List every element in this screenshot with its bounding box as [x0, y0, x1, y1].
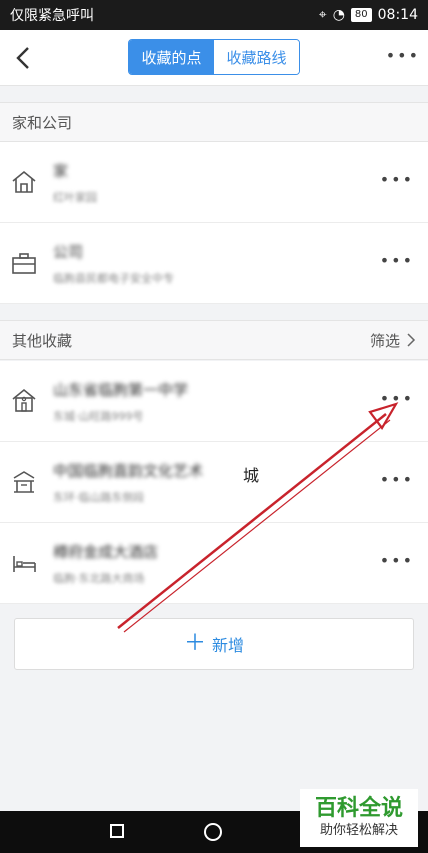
item-title: 山东省临朐第一中学 [53, 380, 189, 399]
section-title-home-company: 家和公司 [12, 113, 73, 132]
section-title-other: 其他收藏 [12, 331, 73, 350]
plus-icon: ＋ [183, 631, 206, 656]
home-company-list: 家 红叶家园 ••• 公司 临朐县民都电子安全中专 ••• [0, 142, 428, 304]
item-subtitle: 红叶家园 [53, 190, 97, 204]
home-icon [12, 170, 36, 193]
item-more-icon[interactable]: ••• [380, 389, 414, 408]
item-title: 中国临朐直韵文化艺术 [53, 461, 204, 480]
tab-saved-points[interactable]: 收藏的点 [129, 40, 214, 74]
other-favorites-list: 山东省临朐第一中学 东城·山旺路999号 ••• 中国临朐直韵文化艺术 东环·临… [0, 361, 428, 604]
wifi-icon: ◔ [332, 7, 345, 23]
filter-button[interactable]: 筛选 [370, 330, 416, 351]
item-subtitle: 临朐·东北路大商场 [53, 571, 145, 585]
home-button-icon[interactable] [204, 823, 222, 841]
recent-apps-icon[interactable] [110, 824, 124, 838]
filter-label: 筛选 [369, 331, 400, 350]
item-more-icon[interactable]: ••• [380, 470, 414, 489]
header-more-icon[interactable]: ••• [386, 46, 420, 65]
status-bar: 仅限紧急呼叫 ⌖ ◔ 80 08:14 [0, 0, 428, 30]
item-more-icon[interactable]: ••• [380, 551, 414, 570]
watermark-logo: 百科全说 助你轻松解决 [300, 789, 418, 847]
list-item[interactable]: 山东省临朐第一中学 东城·山旺路999号 ••• [0, 361, 428, 442]
top-header: 收藏的点 收藏路线 ••• [0, 30, 428, 86]
school-icon [12, 388, 36, 412]
list-item[interactable]: 家 红叶家园 ••• [0, 142, 428, 223]
list-item[interactable]: 樽府金成大酒店 临朐·东北路大商场 ••• [0, 523, 428, 604]
item-more-icon[interactable]: ••• [380, 170, 414, 189]
add-button-label: 新增 [212, 636, 245, 655]
location-icon: ⌖ [318, 7, 327, 23]
section-other-favorites: 其他收藏 筛选 [0, 320, 428, 360]
item-more-icon[interactable]: ••• [380, 251, 414, 270]
tab-saved-routes[interactable]: 收藏路线 [214, 40, 299, 74]
item-title-suffix: 城 [243, 466, 260, 485]
item-subtitle: 东环·临山路东侧段 [53, 490, 145, 504]
section-home-company: 家和公司 [0, 102, 428, 142]
list-item[interactable]: 公司 临朐县民都电子安全中专 ••• [0, 223, 428, 304]
chevron-right-icon [407, 333, 416, 347]
item-title: 樽府金成大酒店 [53, 542, 159, 561]
item-subtitle: 临朐县民都电子安全中专 [53, 271, 174, 285]
item-subtitle: 东城·山旺路999号 [53, 409, 144, 423]
building-icon [13, 471, 35, 493]
segmented-tabs: 收藏的点 收藏路线 [128, 39, 300, 75]
add-favorite-button[interactable]: ＋ 新增 [14, 618, 414, 670]
list-item[interactable]: 中国临朐直韵文化艺术 东环·临山路东侧段 城 ••• [0, 442, 428, 523]
status-icons: ⌖ ◔ 80 08:14 [319, 7, 418, 23]
battery-icon: 80 [350, 8, 372, 22]
watermark-subtitle: 助你轻松解决 [319, 823, 398, 838]
briefcase-icon [12, 253, 36, 274]
item-title: 家 [53, 161, 69, 180]
item-title: 公司 [53, 242, 84, 261]
bed-icon [13, 556, 36, 572]
clock: 08:14 [377, 7, 418, 23]
back-icon[interactable] [12, 44, 36, 72]
watermark-title: 百科全说 [314, 796, 403, 821]
carrier-text: 仅限紧急呼叫 [10, 8, 94, 24]
